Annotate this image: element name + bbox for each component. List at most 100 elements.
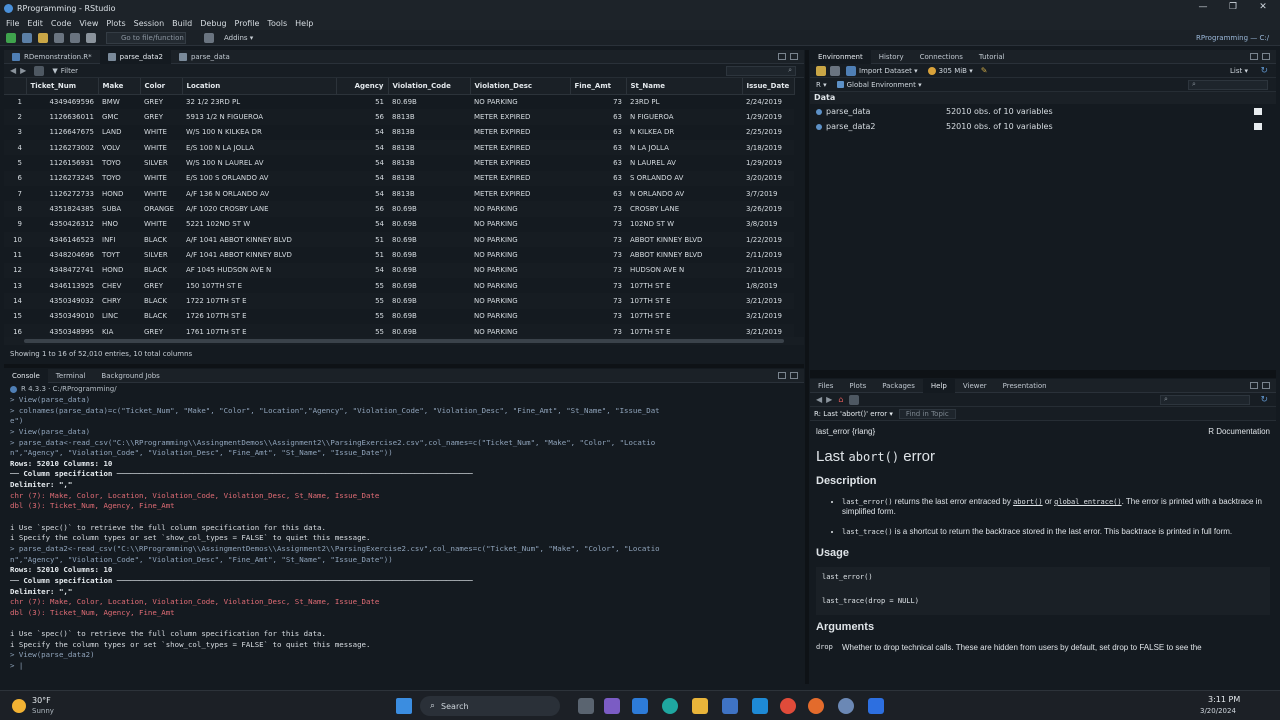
tab-terminal[interactable]: Terminal (48, 369, 94, 383)
menu-debug[interactable]: Debug (200, 19, 226, 28)
store-icon[interactable] (722, 698, 738, 714)
expand-icon[interactable] (816, 123, 822, 130)
scope-dropdown[interactable]: Global Environment ▾ (847, 81, 922, 89)
menu-plots[interactable]: Plots (106, 19, 125, 28)
minimize-pane-icon[interactable] (1250, 382, 1258, 389)
project-menu[interactable]: RProgramming — C:/ (1196, 34, 1269, 42)
environment-search-input[interactable]: ⌕ (1188, 79, 1268, 90)
popout-icon[interactable] (849, 394, 860, 405)
table-row[interactable]: 13 4346113925 CHEV GREY 150 107TH ST E 55 80.6… (4, 278, 794, 293)
column-header[interactable]: Fine_Amt (570, 78, 627, 95)
clock-time[interactable]: 3:11 PM (1208, 695, 1240, 704)
menu-view[interactable]: View (79, 19, 98, 28)
save-icon[interactable] (54, 32, 64, 43)
data-search-input[interactable]: ⌕ (726, 65, 796, 76)
refresh-icon[interactable]: ↻ (1260, 66, 1268, 76)
table-row[interactable]: 1 4349469596 BMW GREY 32 1/2 23RD PL 51 80.69B… (4, 94, 794, 109)
save-all-icon[interactable] (70, 32, 80, 43)
horizontal-scrollbar[interactable] (4, 337, 804, 345)
tab-console[interactable]: Console (4, 369, 48, 383)
tab-plots[interactable]: Plots (841, 379, 874, 393)
menu-file[interactable]: File (6, 19, 19, 28)
minimize-pane-icon[interactable] (778, 372, 786, 379)
save-workspace-icon[interactable] (830, 65, 840, 76)
firefox-icon[interactable] (808, 698, 824, 714)
tab-parse-data[interactable]: parse_data (171, 50, 238, 64)
tab-tutorial[interactable]: Tutorial (971, 50, 1013, 64)
table-row[interactable]: 3 1126647675 LAND WHITE W/S 100 N KILKEA DR 5… (4, 125, 794, 140)
maximize-pane-icon[interactable] (1262, 53, 1270, 60)
chrome-icon[interactable] (780, 698, 796, 714)
refresh-icon[interactable]: ↻ (1260, 395, 1268, 405)
tab-presentation[interactable]: Presentation (995, 379, 1055, 393)
table-row[interactable]: 15 4350349010 LINC BLACK 1726 107TH ST E 55 80… (4, 309, 794, 324)
maximize-button[interactable]: ❐ (1218, 0, 1248, 15)
grid-layout-icon[interactable] (204, 32, 214, 43)
minimize-pane-icon[interactable] (1250, 53, 1258, 60)
tab-viewer[interactable]: Viewer (955, 379, 995, 393)
addins-menu[interactable]: Addins ▾ (224, 34, 253, 42)
tab-history[interactable]: History (871, 50, 912, 64)
filter-icon[interactable]: ▼ (52, 67, 57, 75)
rstudio-taskbar-icon[interactable] (838, 698, 854, 714)
popout-icon[interactable] (34, 65, 45, 76)
console-output[interactable]: > View(parse_data) > colnames(parse_data)… (4, 395, 804, 672)
menu-help[interactable]: Help (295, 19, 313, 28)
forward-arrow-icon[interactable]: ▶ (20, 66, 26, 75)
table-row[interactable]: 12 4348472741 HOND BLACK AF 1045 HUDSON AVE … (4, 262, 794, 278)
tab-environment[interactable]: Environment (810, 49, 871, 64)
clock-date[interactable]: 3/20/2024 (1200, 707, 1236, 715)
open-file-icon[interactable] (38, 32, 48, 43)
goto-file-input[interactable]: Go to file/function (106, 31, 186, 44)
load-workspace-icon[interactable] (816, 65, 826, 76)
import-dataset-button[interactable]: Import Dataset ▾ (859, 67, 918, 75)
windows-start-icon[interactable] (396, 698, 412, 714)
table-row[interactable]: 4 1126273002 VOLV WHITE E/S 100 N LA JOLLA 54… (4, 139, 794, 156)
column-header[interactable]: Violation_Desc (470, 78, 571, 95)
right-horizontal-splitter[interactable] (810, 370, 1276, 378)
forward-arrow-icon[interactable]: ▶ (826, 395, 832, 404)
maximize-pane-icon[interactable] (1262, 382, 1270, 389)
help-link[interactable]: abort() (1013, 498, 1043, 506)
column-header[interactable]: Make (98, 78, 141, 95)
env-item-parse-data2[interactable]: parse_data2 52010 obs. of 10 variables (810, 119, 1276, 134)
column-header[interactable]: St_Name (626, 78, 743, 95)
memory-usage-button[interactable]: 305 MiB ▾ (939, 67, 973, 75)
print-icon[interactable] (86, 32, 96, 43)
maximize-pane-icon[interactable] (790, 372, 798, 379)
table-row[interactable]: 8 4351824385 SUBA ORANGE A/F 1020 CROSBY LAN… (4, 201, 794, 217)
table-row[interactable]: 10 4346146523 INFI BLACK A/F 1041 ABBOT KINN… (4, 231, 794, 248)
minimize-pane-icon[interactable] (778, 53, 786, 60)
menu-code[interactable]: Code (51, 19, 71, 28)
left-horizontal-splitter[interactable] (4, 364, 804, 368)
back-arrow-icon[interactable]: ◀ (816, 395, 822, 404)
table-row[interactable]: 2 1126636011 GMC GREY 5913 1/2 N FIGUEROA 56 8… (4, 109, 794, 125)
chat-icon[interactable] (604, 698, 620, 714)
env-item-name[interactable]: parse_data (826, 107, 946, 116)
tab-connections[interactable]: Connections (912, 50, 971, 64)
minimize-button[interactable]: — (1188, 0, 1218, 15)
tab-rdemonstration[interactable]: RDemonstration.R* (4, 50, 100, 64)
help-link[interactable]: global_entrace() (1054, 498, 1121, 506)
menu-profile[interactable]: Profile (235, 19, 260, 28)
env-item-name[interactable]: parse_data2 (826, 122, 946, 131)
zoom-icon[interactable] (868, 698, 884, 714)
table-row[interactable]: 9 4350426312 HNO WHITE 5221 102ND ST W 54 80.6… (4, 217, 794, 232)
broom-icon[interactable]: ✎ (981, 66, 988, 75)
view-table-icon[interactable] (1254, 108, 1262, 115)
column-header[interactable]: Violation_Code (388, 78, 471, 95)
mail-icon[interactable] (752, 698, 768, 714)
menu-build[interactable]: Build (172, 19, 192, 28)
column-header[interactable]: Color (140, 78, 183, 95)
taskbar-search[interactable]: ⌕ Search (420, 696, 560, 716)
table-row[interactable]: 11 4348204696 TOYT SILVER A/F 1041 ABBOT KIN… (4, 247, 794, 262)
edge-icon[interactable] (662, 698, 678, 714)
tab-files[interactable]: Files (810, 379, 841, 393)
table-row[interactable]: 14 4350349032 CHRY BLACK 1722 107TH ST E 55 80… (4, 293, 794, 309)
maximize-pane-icon[interactable] (790, 53, 798, 60)
help-search-input[interactable]: ⌕ (1160, 394, 1250, 405)
vertical-splitter[interactable] (805, 50, 809, 684)
column-header[interactable]: Location (182, 78, 337, 95)
column-header[interactable]: Issue_Date (742, 78, 795, 95)
menu-session[interactable]: Session (134, 19, 165, 28)
